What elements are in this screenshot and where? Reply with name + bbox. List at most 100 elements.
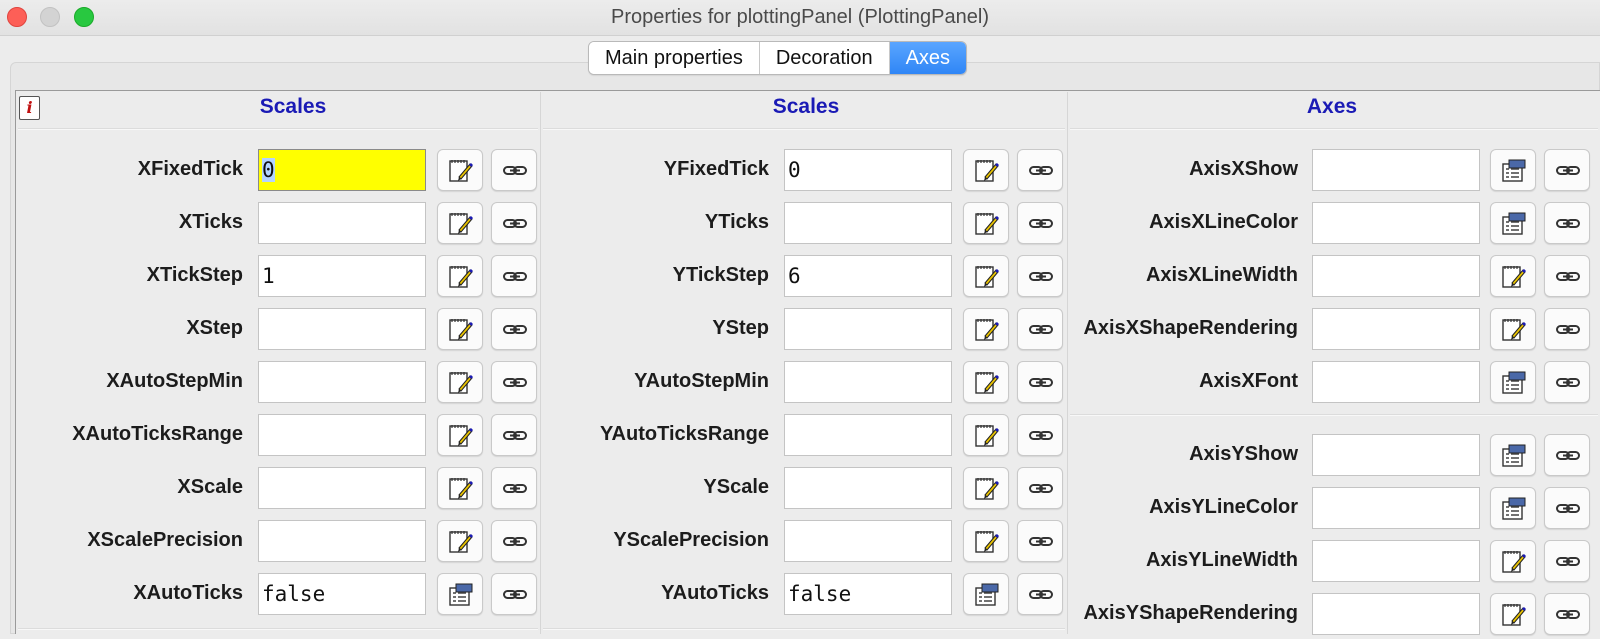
property-label-axis-xline-width: AxisXLineWidth [1145, 264, 1298, 286]
link-button-axis-xfont[interactable] [1544, 361, 1590, 403]
property-field-axis-yline-color[interactable] [1312, 487, 1480, 529]
property-label-axis-xfont: AxisXFont [1199, 370, 1298, 392]
link-button-yfixed-tick[interactable] [1017, 149, 1063, 191]
property-value: 0 [262, 158, 275, 182]
link-button-yauto-step-min[interactable] [1017, 361, 1063, 403]
property-label-yscale: YScale [703, 476, 769, 498]
edit-button-xfixed-tick[interactable] [437, 149, 483, 191]
link-button-axis-yline-width[interactable] [1544, 540, 1590, 582]
link-button-axis-yshow[interactable] [1544, 434, 1590, 476]
link-button-xauto-ticks[interactable] [491, 573, 537, 615]
property-field-yauto-ticks[interactable]: false [784, 573, 952, 615]
edit-button-ystep[interactable] [963, 308, 1009, 350]
link-button-axis-xshape-rendering[interactable] [1544, 308, 1590, 350]
edit-button-xscale-precision[interactable] [437, 520, 483, 562]
property-label-yauto-ticks: YAutoTicks [661, 582, 769, 604]
info-icon[interactable]: i [19, 96, 40, 120]
edit-button-yscale-precision[interactable] [963, 520, 1009, 562]
section-title-axes: Axes [1306, 95, 1358, 118]
property-label-xauto-ticks-range: XAutoTicksRange [72, 423, 243, 445]
options-button-axis-xshow[interactable] [1490, 149, 1536, 191]
link-button-yticks[interactable] [1017, 202, 1063, 244]
link-button-ystep[interactable] [1017, 308, 1063, 350]
link-button-axis-yline-color[interactable] [1544, 487, 1590, 529]
edit-button-xscale[interactable] [437, 467, 483, 509]
property-label-xauto-ticks: XAutoTicks [133, 582, 243, 604]
options-button-axis-xfont[interactable] [1490, 361, 1536, 403]
link-button-xticks[interactable] [491, 202, 537, 244]
property-label-ytick-step: YTickStep [672, 264, 769, 286]
property-label-axis-xshow: AxisXShow [1189, 158, 1298, 180]
property-field-xauto-ticks-range[interactable] [258, 414, 426, 456]
edit-button-yscale[interactable] [963, 467, 1009, 509]
property-field-axis-xfont[interactable] [1312, 361, 1480, 403]
property-field-ystep[interactable] [784, 308, 952, 350]
edit-button-axis-yshape-rendering[interactable] [1490, 593, 1536, 635]
options-button-axis-yline-color[interactable] [1490, 487, 1536, 529]
property-field-yfixed-tick[interactable]: 0 [784, 149, 952, 191]
property-field-axis-yshape-rendering[interactable] [1312, 593, 1480, 635]
link-button-xauto-ticks-range[interactable] [491, 414, 537, 456]
edit-button-xauto-ticks-range[interactable] [437, 414, 483, 456]
property-field-yticks[interactable] [784, 202, 952, 244]
edit-button-yauto-step-min[interactable] [963, 361, 1009, 403]
property-field-axis-xshape-rendering[interactable] [1312, 308, 1480, 350]
edit-button-yauto-ticks-range[interactable] [963, 414, 1009, 456]
property-label-xtick-step: XTickStep [146, 264, 243, 286]
link-button-axis-xline-color[interactable] [1544, 202, 1590, 244]
property-field-xscale[interactable] [258, 467, 426, 509]
edit-button-xtick-step[interactable] [437, 255, 483, 297]
link-button-axis-xshow[interactable] [1544, 149, 1590, 191]
property-field-yauto-ticks-range[interactable] [784, 414, 952, 456]
link-button-yscale-precision[interactable] [1017, 520, 1063, 562]
property-field-axis-yshow[interactable] [1312, 434, 1480, 476]
link-button-yscale[interactable] [1017, 467, 1063, 509]
property-field-xstep[interactable] [258, 308, 426, 350]
tab-axes[interactable]: Axes [889, 42, 967, 74]
edit-button-yticks[interactable] [963, 202, 1009, 244]
edit-button-axis-xline-width[interactable] [1490, 255, 1536, 297]
link-button-xscale-precision[interactable] [491, 520, 537, 562]
property-field-xscale-precision[interactable] [258, 520, 426, 562]
tab-decoration[interactable]: Decoration [759, 42, 890, 74]
property-field-xticks[interactable] [258, 202, 426, 244]
link-button-xscale[interactable] [491, 467, 537, 509]
edit-button-axis-yline-width[interactable] [1490, 540, 1536, 582]
property-field-axis-yline-width[interactable] [1312, 540, 1480, 582]
link-button-yauto-ticks[interactable] [1017, 573, 1063, 615]
property-field-yscale[interactable] [784, 467, 952, 509]
property-field-axis-xshow[interactable] [1312, 149, 1480, 191]
link-button-xauto-step-min[interactable] [491, 361, 537, 403]
property-field-xfixed-tick[interactable]: 0 [258, 149, 426, 191]
property-field-yscale-precision[interactable] [784, 520, 952, 562]
link-button-axis-xline-width[interactable] [1544, 255, 1590, 297]
edit-button-xauto-step-min[interactable] [437, 361, 483, 403]
property-field-yauto-step-min[interactable] [784, 361, 952, 403]
link-button-yauto-ticks-range[interactable] [1017, 414, 1063, 456]
property-field-ytick-step[interactable]: 6 [784, 255, 952, 297]
link-button-xtick-step[interactable] [491, 255, 537, 297]
link-button-axis-yshape-rendering[interactable] [1544, 593, 1590, 635]
options-button-yauto-ticks[interactable] [963, 573, 1009, 615]
options-button-axis-yshow[interactable] [1490, 434, 1536, 476]
options-button-xauto-ticks[interactable] [437, 573, 483, 615]
tab-main-properties[interactable]: Main properties [589, 42, 760, 74]
property-field-axis-xline-color[interactable] [1312, 202, 1480, 244]
edit-button-ytick-step[interactable] [963, 255, 1009, 297]
property-label-axis-yshape-rendering: AxisYShapeRendering [1083, 602, 1298, 624]
edit-button-xstep[interactable] [437, 308, 483, 350]
options-button-axis-xline-color[interactable] [1490, 202, 1536, 244]
edit-button-xticks[interactable] [437, 202, 483, 244]
property-field-xauto-step-min[interactable] [258, 361, 426, 403]
property-field-xauto-ticks[interactable]: false [258, 573, 426, 615]
property-field-xtick-step[interactable]: 1 [258, 255, 426, 297]
edit-button-axis-xshape-rendering[interactable] [1490, 308, 1536, 350]
section-title-x-scales: Scales [259, 95, 327, 118]
link-button-ytick-step[interactable] [1017, 255, 1063, 297]
edit-button-yfixed-tick[interactable] [963, 149, 1009, 191]
link-button-xstep[interactable] [491, 308, 537, 350]
property-label-xfixed-tick: XFixedTick [137, 158, 243, 180]
link-button-xfixed-tick[interactable] [491, 149, 537, 191]
property-field-axis-xline-width[interactable] [1312, 255, 1480, 297]
divider [543, 628, 1065, 630]
